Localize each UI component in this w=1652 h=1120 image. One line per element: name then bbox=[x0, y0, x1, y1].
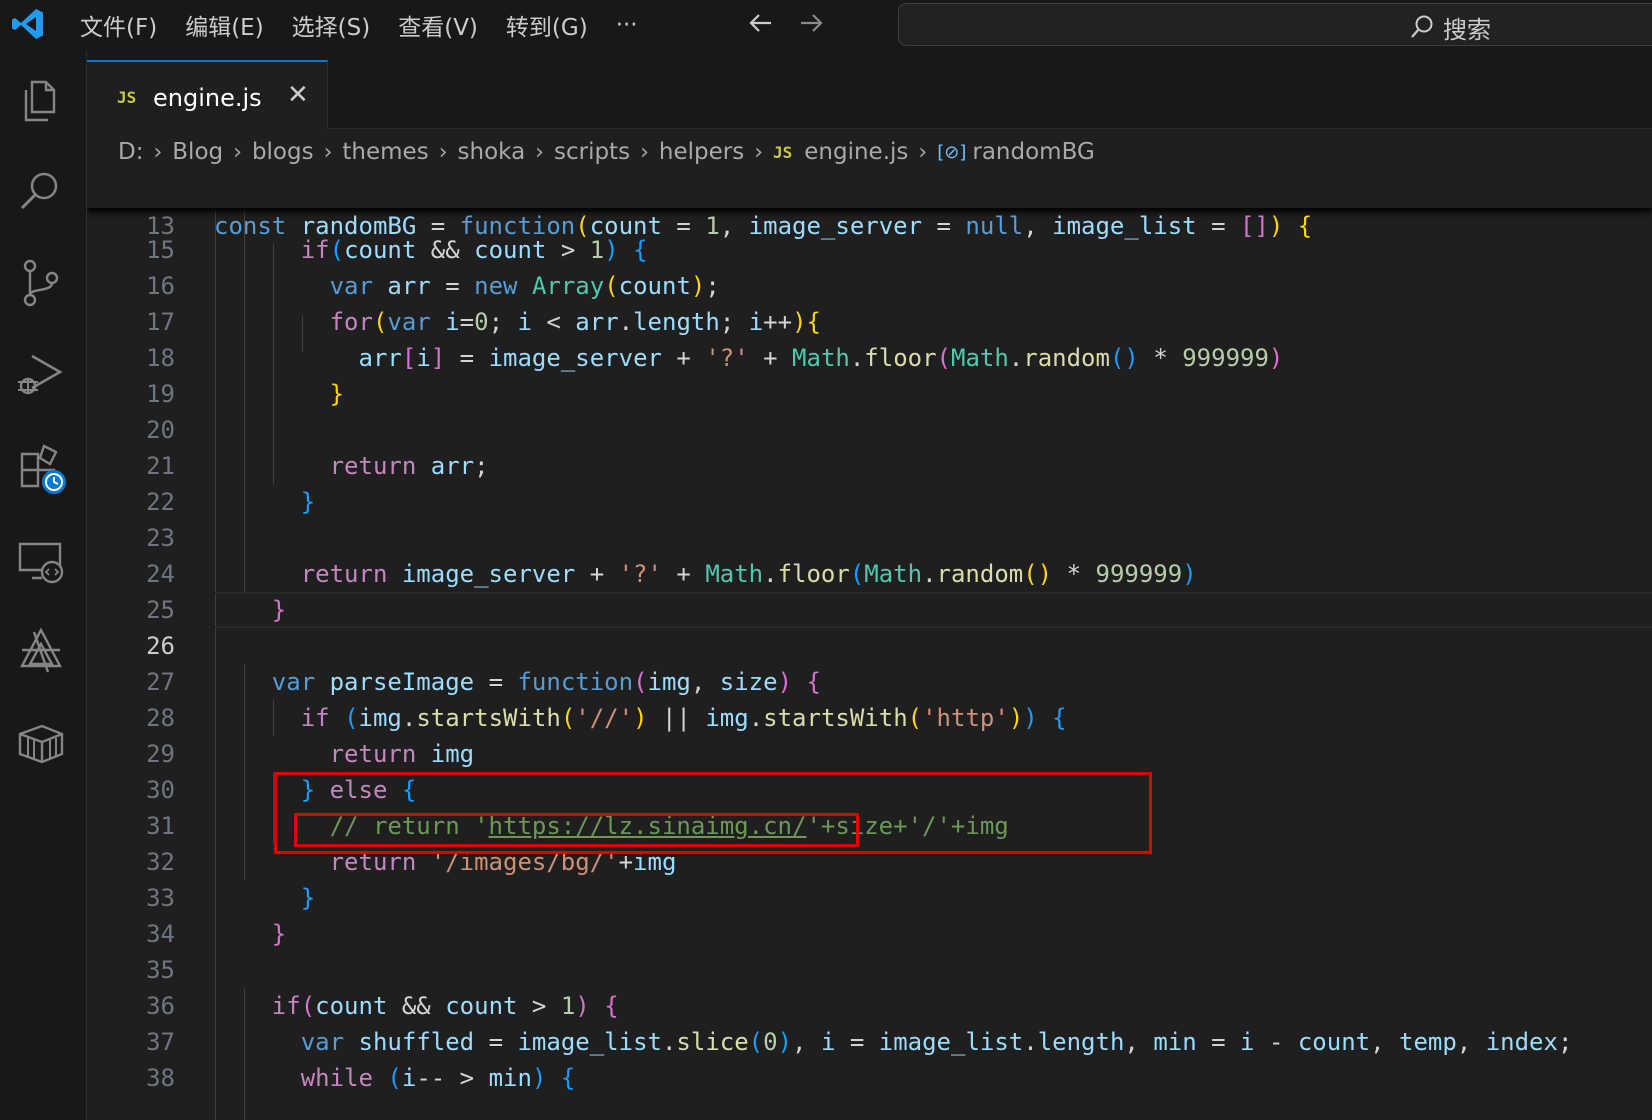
menu-file[interactable]: 文件(F) bbox=[66, 8, 171, 42]
code-line: const randomBG = function(count = 1, ima… bbox=[214, 212, 1313, 240]
chevron-right-icon: › bbox=[438, 139, 448, 165]
sticky-scroll-line[interactable]: 13 const randomBG = function(count = 1, i… bbox=[87, 172, 1652, 240]
line-number: 38 bbox=[146, 1064, 175, 1092]
annotation-box-inner bbox=[294, 813, 859, 847]
code-row[interactable]: 38 while (i-- > min) { bbox=[87, 1024, 1652, 1092]
package-icon[interactable] bbox=[14, 716, 68, 770]
code-row[interactable]: 37 var shuffled = image_list.slice(0), i… bbox=[87, 988, 1652, 1056]
chevron-right-icon: › bbox=[754, 139, 763, 165]
extensions-icon[interactable] bbox=[14, 442, 68, 496]
tab-engine-js[interactable]: JS engine.js ✕ bbox=[87, 60, 328, 130]
code-editor[interactable]: 13 const randomBG = function(count = 1, i… bbox=[87, 172, 1652, 1120]
explorer-icon[interactable] bbox=[14, 74, 68, 128]
menu-bar: 文件(F) 编辑(E) 选择(S) 查看(V) 转到(G) ··· bbox=[66, 0, 652, 50]
code-row[interactable]: 36 if(count && count > 1) { bbox=[87, 952, 1652, 1020]
breadcrumb: D: › Blog › blogs › themes › shoka › scripts ›… bbox=[118, 132, 1095, 172]
code-row[interactable]: 21 return arr; bbox=[87, 412, 1652, 480]
source-control-icon[interactable] bbox=[14, 256, 68, 310]
code-row[interactable]: 18 arr[i] = image_server + '?' + Math.fl… bbox=[87, 304, 1652, 372]
tab-label: engine.js bbox=[153, 84, 262, 112]
line-number: 13 bbox=[146, 212, 175, 240]
breadcrumb-item[interactable]: helpers bbox=[659, 139, 744, 165]
forward-arrow-icon[interactable] bbox=[796, 8, 826, 38]
deploy-icon[interactable] bbox=[14, 626, 68, 680]
menu-go[interactable]: 转到(G) bbox=[492, 8, 602, 42]
symbol-variable-icon: [⊘] bbox=[937, 141, 967, 163]
breadcrumb-item[interactable]: blogs bbox=[252, 139, 314, 165]
code-row[interactable]: 22 } bbox=[87, 448, 1652, 516]
chevron-right-icon: › bbox=[233, 139, 242, 165]
remote-explorer-icon[interactable] bbox=[14, 534, 68, 588]
menu-view[interactable]: 查看(V) bbox=[384, 8, 492, 42]
breadcrumb-item[interactable]: shoka bbox=[458, 139, 526, 165]
menu-selection[interactable]: 选择(S) bbox=[278, 8, 385, 42]
tab-bar: JS engine.js ✕ bbox=[87, 50, 1652, 130]
js-file-icon: JS bbox=[773, 142, 793, 162]
title-bar: 文件(F) 编辑(E) 选择(S) 查看(V) 转到(G) ··· 搜索 bbox=[0, 0, 1652, 50]
activity-bar bbox=[0, 50, 87, 1120]
code-row[interactable]: 34 } bbox=[87, 880, 1652, 948]
chevron-right-icon: › bbox=[323, 139, 333, 165]
code-row[interactable]: 24 return image_server + '?' + Math.floo… bbox=[87, 520, 1652, 588]
code-row-current[interactable]: 26 bbox=[87, 592, 1652, 660]
code-row[interactable]: 28 if (img.startsWith('//') || img.start… bbox=[87, 664, 1652, 732]
code-row[interactable]: 23 bbox=[87, 484, 1652, 552]
breadcrumb-symbol[interactable]: randomBG bbox=[972, 139, 1094, 165]
breadcrumb-file[interactable]: engine.js bbox=[804, 139, 908, 165]
code-row[interactable]: 27 var parseImage = function(img, size) … bbox=[87, 628, 1652, 696]
code-row[interactable]: 30 } else { bbox=[87, 736, 1652, 804]
search-icon bbox=[1411, 15, 1433, 38]
breadcrumb-item[interactable]: D: bbox=[118, 139, 143, 165]
menu-more[interactable]: ··· bbox=[602, 12, 652, 38]
command-center-search[interactable]: 搜索 bbox=[898, 3, 1652, 46]
breadcrumb-item[interactable]: themes bbox=[342, 139, 428, 165]
js-file-icon: JS bbox=[117, 88, 137, 107]
code-row[interactable]: 35 bbox=[87, 916, 1652, 984]
search-label: 搜索 bbox=[1443, 16, 1491, 44]
chevron-right-icon: › bbox=[640, 139, 649, 165]
code-row[interactable]: 25 } bbox=[87, 556, 1652, 624]
code-row[interactable]: 19 } bbox=[87, 340, 1652, 408]
breadcrumb-item[interactable]: Blog bbox=[172, 139, 223, 165]
back-arrow-icon[interactable] bbox=[746, 8, 776, 38]
code-row[interactable]: 17 for(var i=0; i < arr.length; i++){ bbox=[87, 268, 1652, 336]
code-line: while (i-- > min) { bbox=[300, 1064, 576, 1092]
search-view-icon[interactable] bbox=[14, 164, 68, 218]
menu-edit[interactable]: 编辑(E) bbox=[171, 8, 277, 42]
close-icon[interactable]: ✕ bbox=[287, 80, 309, 110]
code-row[interactable]: 29 return img bbox=[87, 700, 1652, 768]
vscode-logo-icon bbox=[12, 9, 43, 39]
breadcrumb-item[interactable]: scripts bbox=[554, 139, 630, 165]
run-debug-icon[interactable] bbox=[14, 348, 68, 402]
chevron-right-icon: › bbox=[153, 139, 163, 165]
chevron-right-icon: › bbox=[535, 139, 544, 165]
chevron-right-icon: › bbox=[918, 139, 928, 165]
code-row[interactable]: 20 bbox=[87, 376, 1652, 444]
